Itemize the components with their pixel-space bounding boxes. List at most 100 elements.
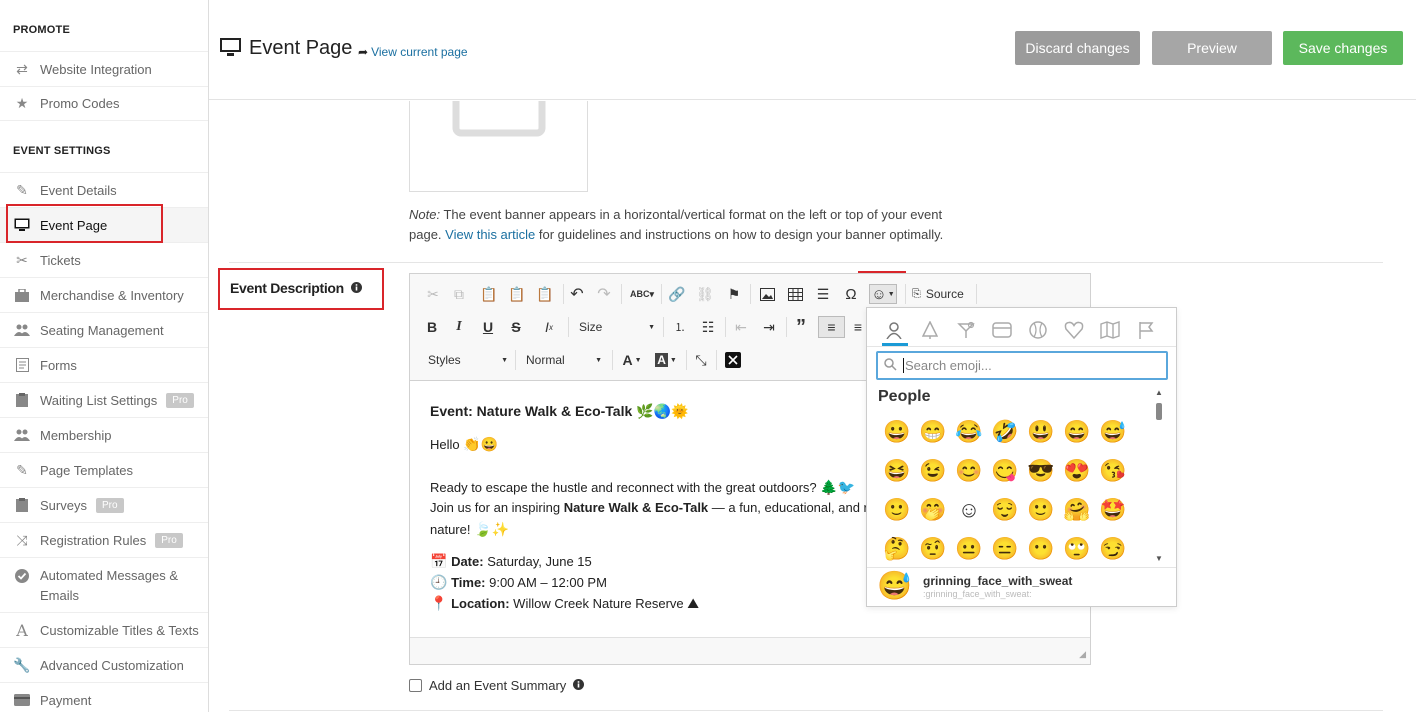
source-button[interactable]: ⎘ Source	[912, 285, 964, 303]
emoji-cell[interactable]: 😊	[954, 456, 984, 486]
scroll-down-arrow[interactable]: ▼	[1155, 554, 1163, 563]
sidebar-item-waiting-list[interactable]: Waiting List Settings Pro	[0, 382, 208, 417]
background-color-icon[interactable]: A ▼	[654, 352, 678, 368]
emoji-cell[interactable]: 🤨	[918, 534, 948, 564]
banner-image-placeholder[interactable]	[409, 101, 588, 192]
paste-text-icon[interactable]: 📋	[508, 286, 525, 302]
sidebar-item-surveys[interactable]: Surveys Pro	[0, 487, 208, 522]
emoji-cell[interactable]: 😏	[1098, 534, 1128, 564]
event-summary-checkbox[interactable]	[409, 679, 422, 692]
view-article-link[interactable]: View this article	[445, 227, 535, 242]
nature-category-icon[interactable]	[917, 318, 943, 342]
emoji-cell[interactable]: 😆	[882, 456, 912, 486]
image-icon[interactable]	[759, 286, 775, 302]
sidebar-item-website-integration[interactable]: ⇄ Website Integration	[0, 51, 208, 86]
emoji-cell[interactable]: 🤣	[990, 417, 1020, 447]
undo-icon[interactable]: ↶	[569, 286, 585, 303]
outdent-icon[interactable]: ⇤	[733, 319, 749, 335]
bullet-list-icon[interactable]: ☷	[700, 319, 716, 335]
event-summary-checkbox-row[interactable]: Add an Event Summary	[409, 678, 585, 693]
sidebar-item-automated-messages[interactable]: Automated Messages & Emails	[0, 557, 208, 612]
travel-category-icon[interactable]	[989, 318, 1015, 342]
copy-icon[interactable]: ⧉	[451, 286, 467, 302]
sidebar-item-membership[interactable]: Membership	[0, 417, 208, 452]
align-center-icon[interactable]: ≡	[850, 319, 866, 335]
food-category-icon[interactable]	[953, 318, 979, 342]
table-icon[interactable]	[787, 286, 803, 302]
emoji-cell[interactable]: 🙂	[1026, 495, 1056, 525]
emoji-cell[interactable]: 🙂	[882, 495, 912, 525]
view-current-page-link[interactable]: ➦ View current page	[358, 45, 468, 59]
align-left-icon[interactable]: ≡	[818, 316, 845, 338]
preview-button[interactable]: Preview	[1152, 31, 1272, 65]
redo-icon[interactable]: ↷	[596, 286, 612, 303]
emoji-cell[interactable]: 😑	[990, 534, 1020, 564]
numbered-list-icon[interactable]: ⒈	[672, 319, 688, 335]
resize-handle-icon[interactable]: ◢	[1079, 649, 1086, 660]
sidebar-item-advanced-customization[interactable]: 🔧 Advanced Customization	[0, 647, 208, 682]
emoji-cell[interactable]: 😂	[954, 417, 984, 447]
text-color-icon[interactable]: A ▼	[620, 352, 644, 368]
emoji-button[interactable]: ☺ ▼	[869, 284, 897, 304]
emoji-cell[interactable]: 😅	[1098, 417, 1128, 447]
spellcheck-icon[interactable]: ABC▾	[628, 286, 656, 302]
x-logo-icon[interactable]	[725, 352, 741, 368]
emoji-cell[interactable]: 😎	[1026, 456, 1056, 486]
emoji-cell[interactable]: 😐	[954, 534, 984, 564]
heart-category-icon[interactable]	[1061, 318, 1087, 342]
map-category-icon[interactable]	[1097, 318, 1123, 342]
emoji-cell[interactable]: 😀	[882, 417, 912, 447]
emoji-cell[interactable]: 🙄	[1062, 534, 1092, 564]
sidebar-item-seating[interactable]: Seating Management	[0, 312, 208, 347]
remove-format-icon[interactable]: Ix	[540, 319, 558, 335]
sidebar-item-customizable-titles[interactable]: A Customizable Titles & Texts	[0, 612, 208, 647]
bold-icon[interactable]: B	[424, 319, 440, 335]
unlink-icon[interactable]: ⛓	[696, 286, 714, 302]
emoji-cell[interactable]: 😶	[1026, 534, 1056, 564]
emoji-cell[interactable]: 😁	[918, 417, 948, 447]
emoji-cell[interactable]: 😌	[990, 495, 1020, 525]
cut-icon[interactable]: ✂	[425, 286, 441, 302]
flag-category-icon[interactable]	[1133, 318, 1159, 342]
link-icon[interactable]: 🔗	[668, 286, 685, 302]
emoji-cell[interactable]: 🤔	[882, 534, 912, 564]
strikethrough-icon[interactable]: S	[508, 319, 524, 335]
emoji-cell[interactable]: 😍	[1062, 456, 1092, 486]
emoji-cell[interactable]: 🤗	[1062, 495, 1092, 525]
scroll-up-arrow[interactable]: ▲	[1155, 388, 1163, 397]
sidebar-item-forms[interactable]: Forms	[0, 347, 208, 382]
info-icon[interactable]	[350, 280, 362, 296]
activity-category-icon[interactable]	[1025, 318, 1051, 342]
emoji-search-input[interactable]: Search emoji...	[876, 351, 1168, 380]
emoji-cell[interactable]: 😉	[918, 456, 948, 486]
discard-changes-button[interactable]: Discard changes	[1015, 31, 1140, 65]
sidebar-item-page-templates[interactable]: ✎ Page Templates	[0, 452, 208, 487]
emoji-cell[interactable]: ☺	[954, 495, 984, 525]
emoji-scrollbar[interactable]: ▲ ▼	[1154, 388, 1164, 563]
info-icon[interactable]	[573, 678, 585, 693]
paste-word-icon[interactable]: 📋	[536, 286, 553, 302]
emoji-cell[interactable]: 😘	[1098, 456, 1128, 486]
special-char-icon[interactable]: Ω	[843, 286, 859, 303]
sidebar-item-merchandise[interactable]: Merchandise & Inventory	[0, 277, 208, 312]
scroll-thumb[interactable]	[1156, 403, 1162, 420]
sidebar-item-tickets[interactable]: ✂ Tickets	[0, 242, 208, 277]
emoji-cell[interactable]: 🤩	[1098, 495, 1128, 525]
emoji-cell[interactable]: 😄	[1062, 417, 1092, 447]
emoji-cell[interactable]: 😋	[990, 456, 1020, 486]
blockquote-icon[interactable]: ”	[793, 316, 809, 338]
emoji-cell[interactable]: 🤭	[918, 495, 948, 525]
format-dropdown[interactable]: Normal ▼	[520, 350, 606, 370]
underline-icon[interactable]: U	[480, 319, 496, 335]
save-changes-button[interactable]: Save changes	[1283, 31, 1403, 65]
indent-icon[interactable]: ⇥	[761, 319, 777, 335]
anchor-flag-icon[interactable]: ⚑	[726, 286, 742, 302]
sidebar-item-promo-codes[interactable]: ★ Promo Codes	[0, 86, 208, 121]
size-dropdown[interactable]: Size ▼	[573, 317, 659, 337]
italic-icon[interactable]: I	[451, 319, 467, 335]
maximize-icon[interactable]: ⤡	[693, 352, 709, 368]
styles-dropdown[interactable]: Styles ▼	[422, 350, 512, 370]
people-category-icon[interactable]	[881, 318, 907, 342]
horizontal-line-icon[interactable]: ☰	[815, 286, 831, 302]
sidebar-item-registration-rules[interactable]: ⤨ Registration Rules Pro	[0, 522, 208, 557]
